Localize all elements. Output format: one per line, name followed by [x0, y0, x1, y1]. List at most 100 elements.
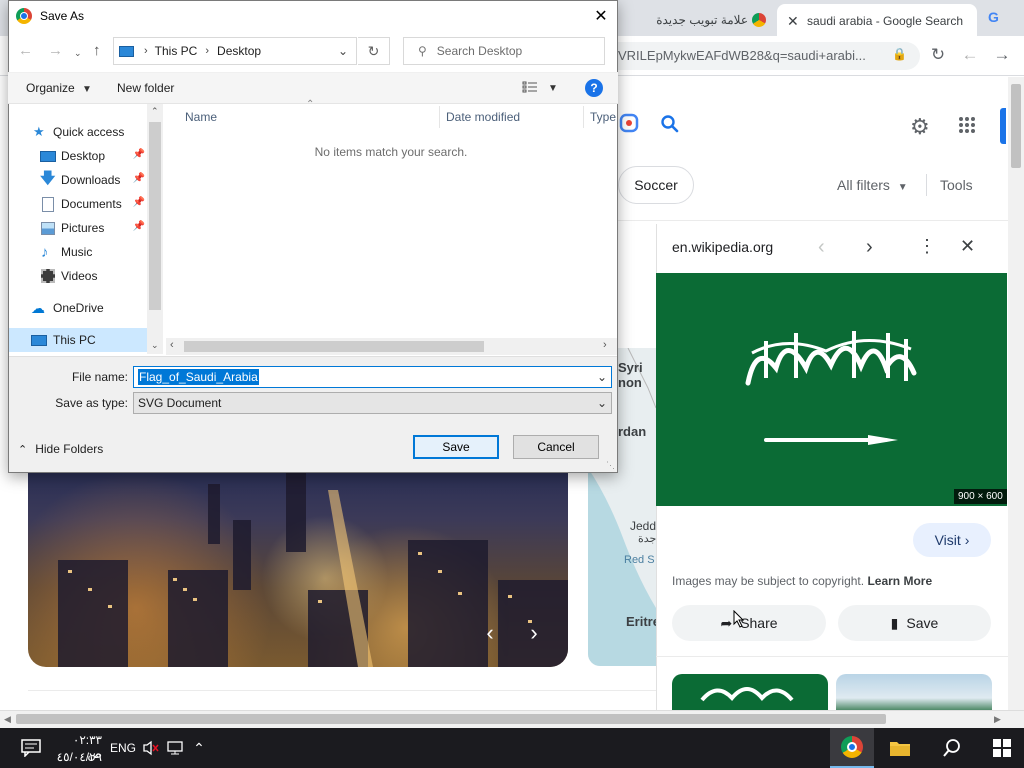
chevron-down-icon[interactable]: ⌄ — [338, 44, 348, 58]
share-button[interactable]: ➦ Share — [672, 605, 826, 641]
lock-icon: 🔒 — [892, 47, 907, 61]
column-header-type[interactable]: Type — [590, 104, 616, 130]
save-button[interactable]: Save — [413, 435, 499, 459]
network-icon[interactable] — [164, 728, 186, 768]
resize-grip-icon[interactable]: ⋱ — [606, 460, 615, 471]
organize-button[interactable]: Organize ▼ — [26, 81, 92, 95]
nav-item-desktop[interactable]: Desktop 📌 — [9, 144, 147, 168]
nav-label: Desktop — [61, 149, 106, 163]
nav-item-quick-access[interactable]: ★ Quick access — [9, 120, 147, 144]
breadcrumb-desktop[interactable]: Desktop — [217, 44, 261, 58]
scroll-right-icon[interactable]: ▶ — [994, 714, 1001, 725]
taskbar-file-explorer-button[interactable] — [878, 728, 922, 768]
save-as-type-select[interactable]: SVG Document ⌄ — [133, 392, 612, 414]
saudi-flag-image[interactable] — [656, 273, 1007, 506]
volume-muted-icon[interactable] — [140, 728, 162, 768]
nav-label: Pictures — [61, 221, 105, 235]
tools-button[interactable]: Tools — [940, 177, 973, 193]
vertical-scroll-thumb[interactable] — [1011, 84, 1021, 168]
nav-item-documents[interactable]: Documents 📌 — [9, 192, 147, 216]
language-indicator[interactable]: ENG — [110, 741, 136, 755]
related-image-thumbnail[interactable] — [672, 674, 828, 714]
recent-locations-chevron-icon[interactable]: ⌄ — [74, 48, 82, 59]
chevron-down-icon[interactable]: ⌄ — [597, 370, 607, 384]
breadcrumb-this-pc[interactable]: This PC — [155, 44, 198, 58]
close-icon[interactable]: ✕ — [787, 13, 799, 30]
reload-icon[interactable]: ↻ — [928, 45, 948, 65]
nav-item-pictures[interactable]: Pictures 📌 — [9, 216, 147, 240]
learn-more-link[interactable]: Learn More — [867, 574, 932, 588]
search-desktop-input[interactable]: ⚲ Search Desktop — [403, 37, 605, 65]
scroll-down-icon[interactable]: ⌄ — [151, 340, 159, 351]
page-vertical-scrollbar[interactable] — [1008, 77, 1024, 710]
all-filters-button[interactable]: All filters ▼ — [837, 177, 908, 193]
apps-grid-icon[interactable] — [958, 116, 976, 137]
visit-button[interactable]: Visit › — [913, 523, 991, 557]
next-image-icon[interactable]: › — [866, 236, 873, 259]
close-icon[interactable]: ✕ — [960, 236, 975, 257]
search-icon[interactable] — [660, 114, 680, 137]
address-breadcrumb[interactable]: › This PC › Desktop ⌄ — [113, 37, 357, 65]
forward-icon[interactable]: → — [992, 45, 1012, 65]
filter-chip-soccer[interactable]: Soccer — [618, 166, 694, 204]
nav-scroll-thumb[interactable] — [149, 122, 161, 310]
settings-gear-icon[interactable]: ⚙ — [910, 114, 930, 140]
new-folder-button[interactable]: New folder — [117, 81, 174, 95]
file-name-value[interactable]: Flag_of_Saudi_Arabia — [138, 369, 259, 385]
show-hidden-icons-icon[interactable]: ⌃ — [188, 728, 210, 768]
divider — [28, 690, 656, 691]
caret-down-icon[interactable]: ▼ — [548, 83, 558, 94]
file-list-scroll-thumb[interactable] — [184, 341, 484, 352]
scroll-right-icon[interactable]: › — [603, 339, 607, 351]
up-arrow-icon[interactable]: ↑ — [93, 42, 101, 59]
back-arrow-icon[interactable]: ← — [18, 42, 33, 59]
source-domain[interactable]: en.wikipedia.org — [672, 239, 773, 255]
map-label: rdan — [618, 424, 647, 439]
forward-arrow-icon[interactable]: → — [48, 42, 63, 59]
save-image-button[interactable]: ▮ Save — [838, 605, 991, 641]
back-icon[interactable]: ← — [960, 45, 980, 65]
cancel-button[interactable]: Cancel — [513, 435, 599, 459]
column-header-date-modified[interactable]: Date modified — [446, 104, 520, 130]
column-separator[interactable] — [439, 106, 440, 128]
taskbar-chrome-button[interactable] — [830, 728, 874, 768]
tab-new-tab[interactable]: علامة تبويب جديدة — [636, 4, 776, 36]
dialog-title-bar[interactable]: Save As — [8, 0, 618, 32]
carousel-next-icon[interactable]: › — [517, 616, 551, 650]
more-vert-icon[interactable]: ⋮ — [918, 236, 936, 257]
related-image-thumbnail[interactable] — [836, 674, 992, 714]
notification-icon[interactable] — [16, 728, 46, 768]
pin-icon: 📌 — [132, 149, 145, 160]
help-icon[interactable]: ? — [585, 79, 603, 97]
column-separator[interactable] — [583, 106, 584, 128]
url-text[interactable]: VRILEpMykwEAFdWB28&q=saudi+arabi... — [618, 48, 866, 63]
prev-image-icon[interactable]: ‹ — [818, 236, 825, 259]
column-header-name[interactable]: Name — [185, 104, 217, 130]
nav-item-music[interactable]: ♪ Music — [9, 240, 147, 264]
tab-google-search[interactable]: ✕ saudi arabia - Google Search — [777, 4, 977, 36]
scroll-up-icon[interactable]: ⌃ — [151, 106, 159, 117]
file-name-input[interactable]: Flag_of_Saudi_Arabia ⌄ — [133, 366, 612, 388]
scroll-left-icon[interactable]: ‹ — [170, 339, 174, 351]
windows-start-icon[interactable] — [980, 728, 1024, 768]
scroll-left-icon[interactable]: ◀ — [4, 714, 11, 725]
tab-label: علامة تبويب جديدة — [656, 13, 748, 27]
carousel-prev-icon[interactable]: ‹ — [473, 616, 507, 650]
nav-item-this-pc[interactable]: This PC — [9, 328, 147, 352]
taskbar-search-button[interactable] — [930, 728, 974, 768]
nav-item-downloads[interactable]: 🡇 Downloads 📌 — [9, 168, 147, 192]
view-options-icon[interactable] — [522, 80, 538, 97]
visit-label: Visit — [934, 532, 961, 548]
clock-date[interactable]: ٤٥/٠٤/٢٩ — [56, 750, 102, 764]
refresh-icon[interactable]: ↻ — [358, 37, 390, 65]
nav-item-onedrive[interactable]: ☁ OneDrive — [9, 296, 147, 320]
nav-label: Downloads — [61, 173, 121, 187]
lens-icon[interactable] — [618, 112, 640, 137]
nav-item-videos[interactable]: Videos — [9, 264, 147, 288]
chevron-down-icon: ⌄ — [596, 396, 607, 410]
dialog-close-icon[interactable]: ✕ — [588, 4, 614, 28]
hide-folders-button[interactable]: ⌃ Hide Folders — [18, 442, 103, 456]
horizontal-scroll-thumb[interactable] — [16, 714, 886, 724]
riyadh-city-image[interactable]: ‹ › — [28, 470, 568, 667]
chrome-icon — [841, 736, 863, 758]
